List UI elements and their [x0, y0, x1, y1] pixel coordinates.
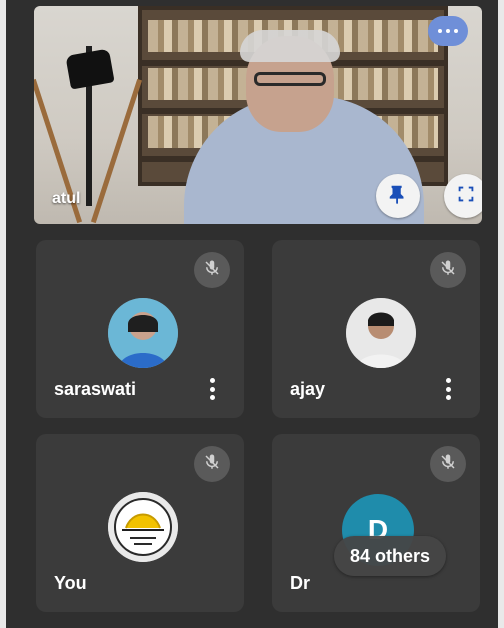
pin-button[interactable] [376, 174, 420, 218]
participant-tile-ajay[interactable]: ajay [272, 240, 480, 418]
speaker-glasses [254, 72, 326, 86]
mic-off-icon [439, 453, 457, 476]
participant-tile-you[interactable]: You [36, 434, 244, 612]
mic-off-indicator [194, 252, 230, 288]
mic-off-indicator [430, 252, 466, 288]
participant-avatar [108, 298, 178, 368]
participant-avatar [108, 492, 178, 562]
participant-avatar [346, 298, 416, 368]
mic-off-indicator [194, 446, 230, 482]
speaker-name: atul [52, 190, 81, 207]
participant-menu-button[interactable] [208, 378, 216, 400]
more-icon [436, 29, 460, 33]
participant-name: You [54, 573, 87, 593]
participant-name: ajay [290, 379, 326, 399]
others-button[interactable]: 84 others [333, 536, 446, 576]
main-speaker-tile[interactable]: atul [34, 6, 482, 224]
mic-off-icon [203, 259, 221, 282]
pin-icon [387, 183, 409, 210]
participant-name: Dr [290, 573, 311, 593]
mic-off-icon [203, 453, 221, 476]
participant-menu-button[interactable] [444, 378, 452, 400]
more-options-button[interactable] [428, 16, 468, 46]
fullscreen-icon [455, 183, 477, 210]
mic-off-indicator [430, 446, 466, 482]
participant-tile-dr[interactable]: D Dr 84 others [272, 434, 480, 612]
speaker-hair [240, 30, 340, 62]
mic-off-icon [439, 259, 457, 282]
participant-name: saraswati [54, 379, 137, 399]
meeting-screen: atul saraswati ajay You D Dr 84 others [0, 0, 504, 628]
participant-tile-saraswati[interactable]: saraswati [36, 240, 244, 418]
fullscreen-button[interactable] [444, 174, 482, 218]
